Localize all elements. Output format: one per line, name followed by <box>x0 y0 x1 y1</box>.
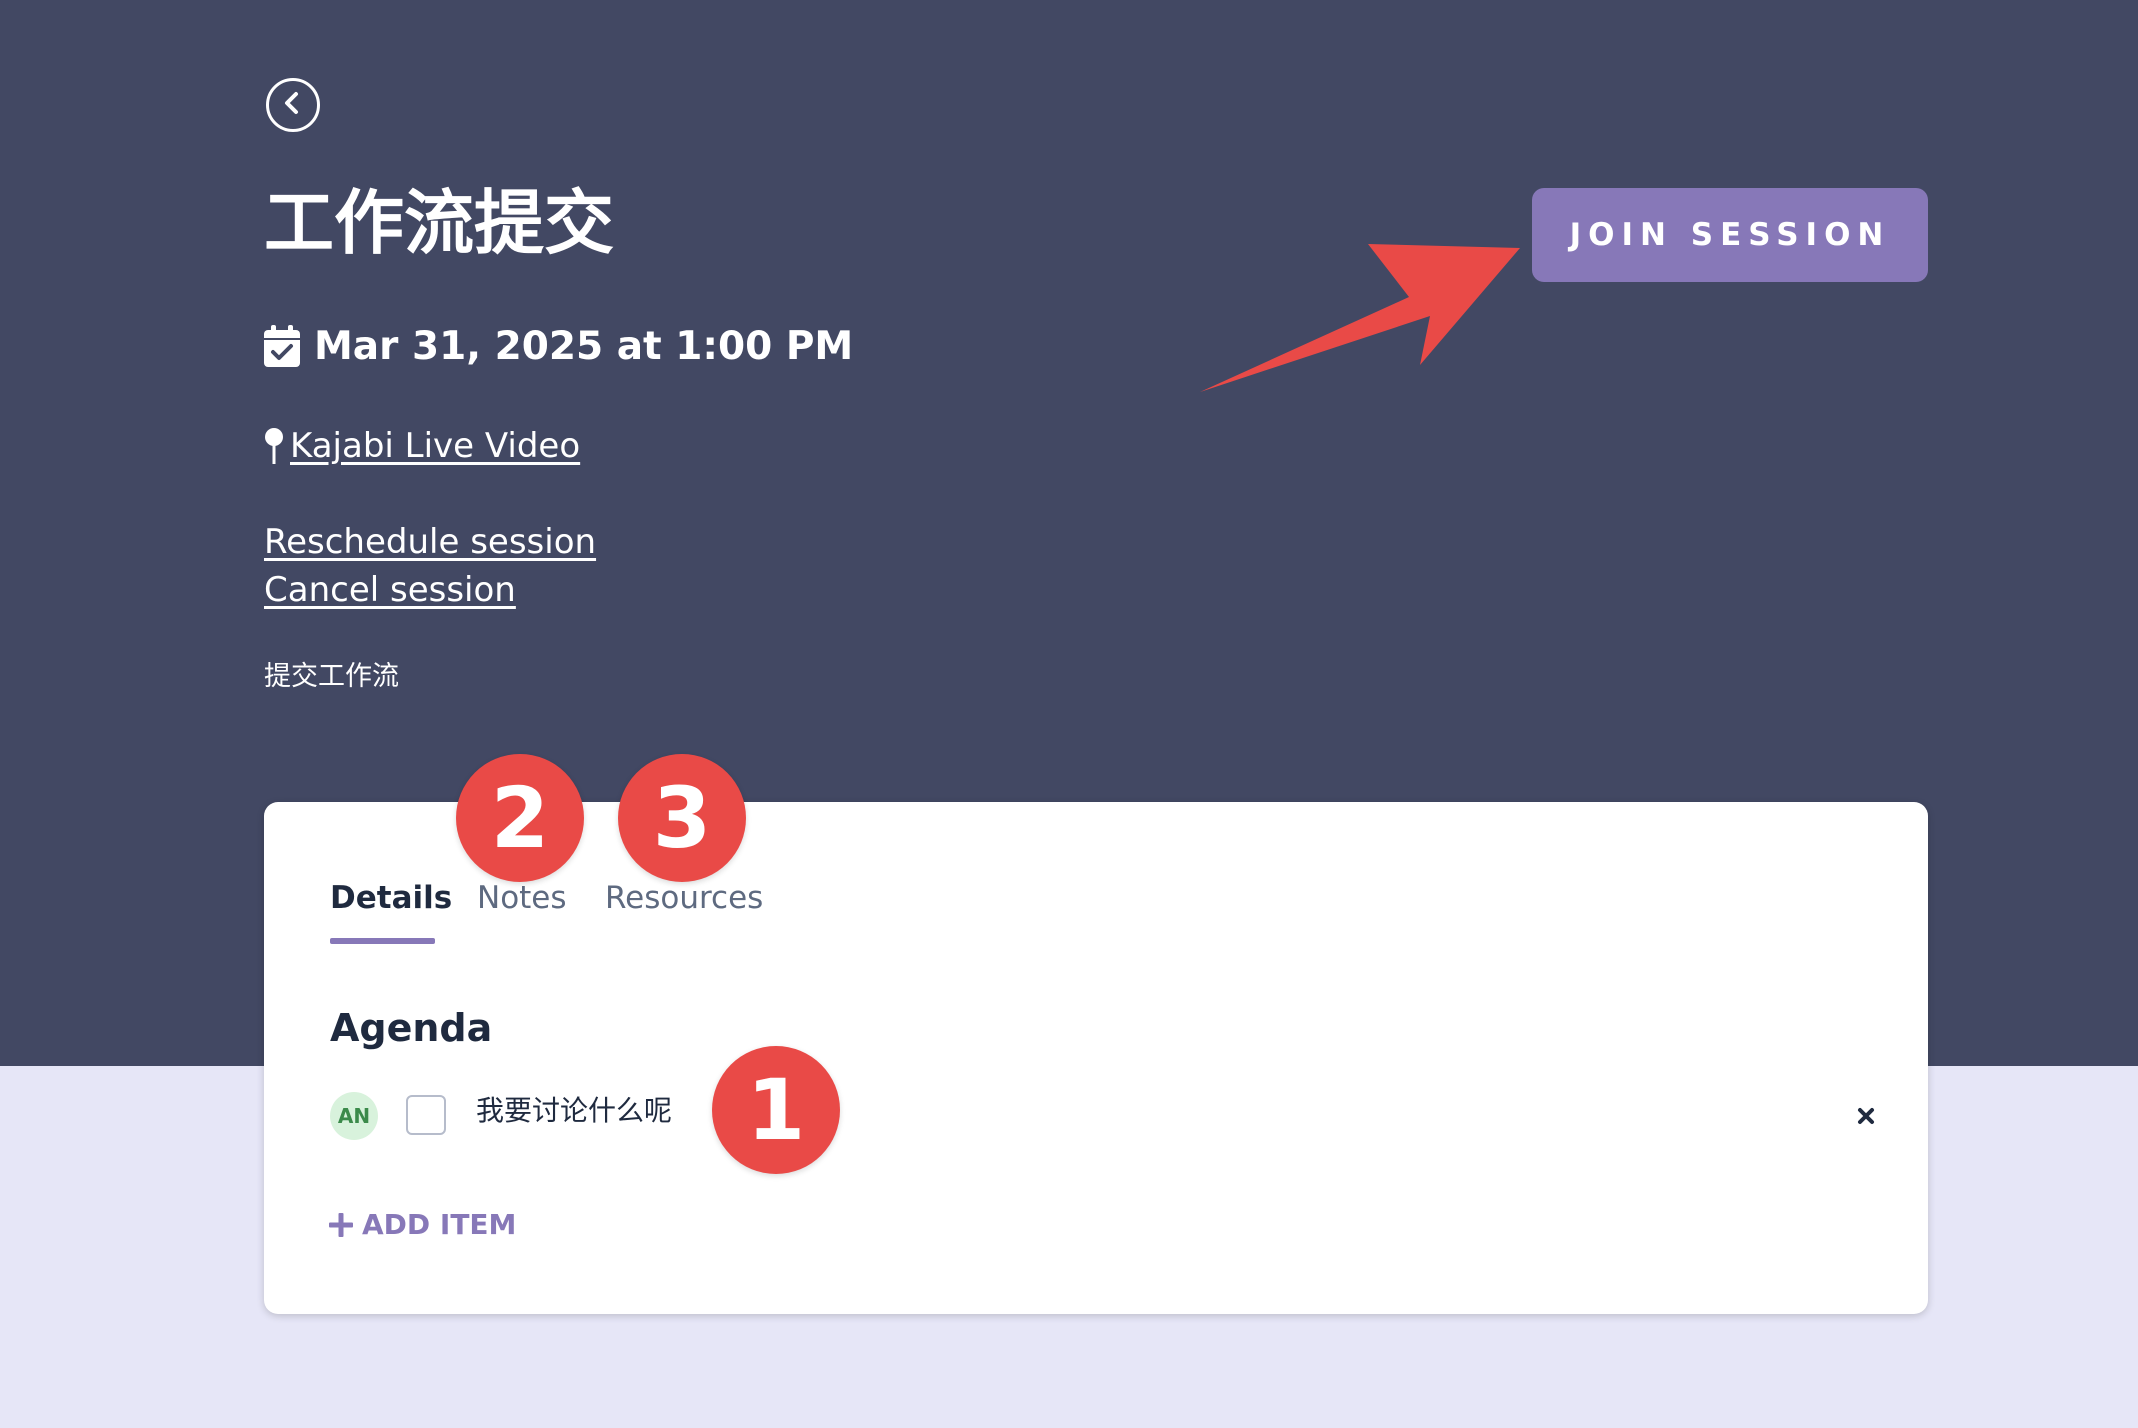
page-title: 工作流提交 <box>264 182 614 264</box>
session-location[interactable]: Kajabi Live Video <box>264 426 580 466</box>
tab-details[interactable]: Details <box>330 880 452 916</box>
map-pin-icon <box>265 428 283 464</box>
cancel-session-link[interactable]: Cancel session <box>264 570 516 610</box>
annotation-badge-2: 2 <box>456 754 584 882</box>
agenda-heading: Agenda <box>330 1006 493 1050</box>
session-date-text: Mar 31, 2025 at 1:00 PM <box>314 323 854 369</box>
join-session-button[interactable]: JOIN SESSION <box>1532 188 1928 282</box>
remove-agenda-item-button[interactable] <box>1848 1098 1884 1134</box>
close-icon <box>1858 1108 1874 1124</box>
location-link[interactable]: Kajabi Live Video <box>290 426 580 466</box>
back-chevron-icon <box>285 92 298 114</box>
agenda-item: AN 我要讨论什么呢 <box>330 1092 1884 1140</box>
calendar-check-icon <box>264 325 300 367</box>
tab-resources[interactable]: Resources <box>605 880 763 916</box>
back-button[interactable] <box>266 78 320 132</box>
annotation-badge-3: 3 <box>618 754 746 882</box>
agenda-item-checkbox[interactable] <box>406 1095 446 1135</box>
session-date: Mar 31, 2025 at 1:00 PM <box>264 322 853 370</box>
agenda-item-text: 我要讨论什么呢 <box>476 1094 673 1127</box>
tab-notes[interactable]: Notes <box>477 880 567 916</box>
plus-icon <box>329 1212 353 1237</box>
add-item-button[interactable]: ADD ITEM <box>328 1208 516 1241</box>
active-tab-indicator <box>330 938 435 944</box>
add-item-label: ADD ITEM <box>362 1208 517 1241</box>
annotation-badge-1: 1 <box>712 1046 840 1174</box>
avatar: AN <box>330 1092 378 1140</box>
annotation-arrow <box>1200 244 1520 392</box>
reschedule-session-link[interactable]: Reschedule session <box>264 522 596 562</box>
session-description: 提交工作流 <box>264 661 399 692</box>
